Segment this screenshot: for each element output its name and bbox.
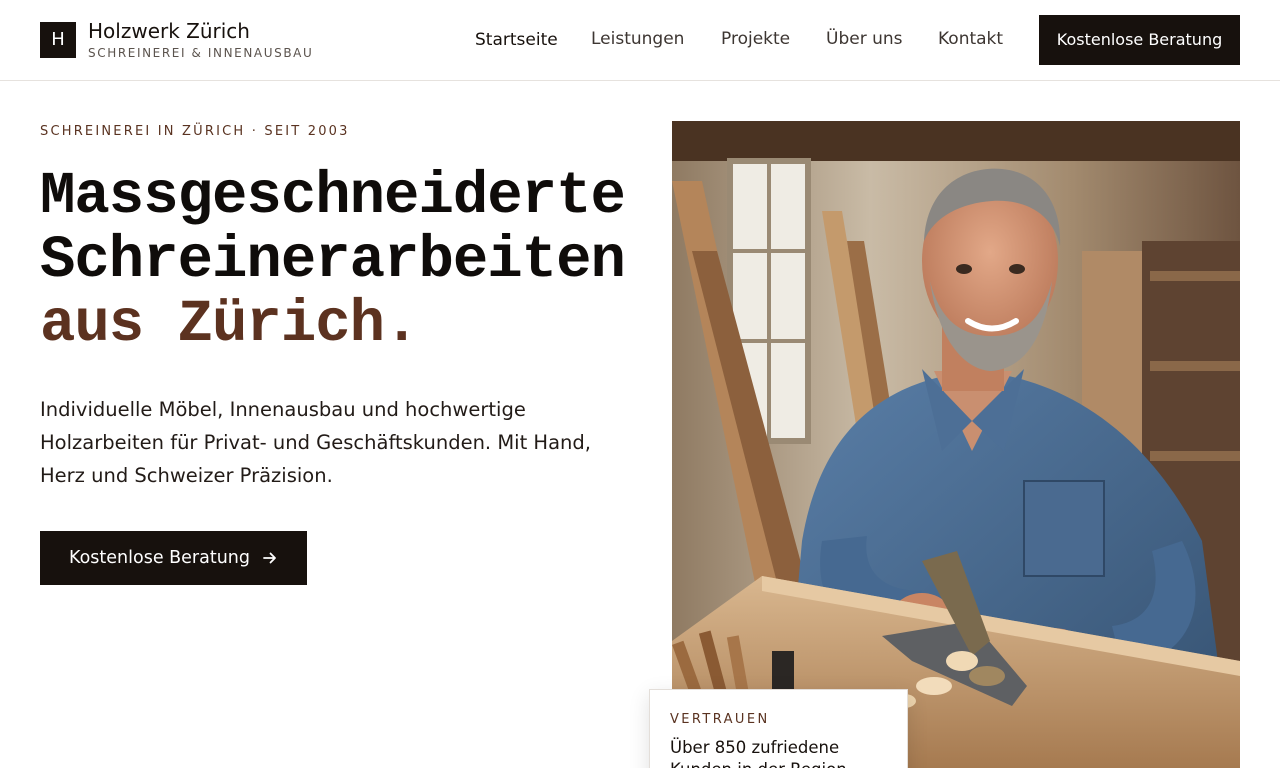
logo-mark[interactable]: H <box>40 22 76 58</box>
site-header: H Holzwerk Zürich SCHREINEREI & INNENAUS… <box>0 0 1280 81</box>
brand-tagline: SCHREINEREI & INNENAUSBAU <box>88 46 314 60</box>
nav-item-startseite[interactable]: Startseite <box>475 30 558 50</box>
brand-name[interactable]: Holzwerk Zürich <box>88 19 250 43</box>
hero-headline: Massgeschneiderte Schreinerarbeiten aus … <box>40 163 626 358</box>
hero-photo-carpenter <box>672 121 1240 768</box>
header-consultation-button[interactable]: Kostenlose Beratung <box>1039 15 1240 65</box>
nav-item-ueber-uns[interactable]: Über uns <box>826 29 903 49</box>
hero-consultation-button[interactable]: Kostenlose Beratung <box>40 531 307 585</box>
hero-lead-text: Individuelle Möbel, Innenausbau und hoch… <box>40 398 591 487</box>
hero-cta-label: Kostenlose Beratung <box>69 548 251 568</box>
hero-eyebrow: SCHREINEREI IN ZÜRICH · SEIT 2003 <box>40 124 350 139</box>
headline-line-3: aus Zürich. <box>40 291 419 358</box>
trust-text: Über 850 zufriedene Kunden in der Region <box>670 738 847 768</box>
trust-eyebrow: VERTRAUEN <box>670 712 770 727</box>
trust-card: VERTRAUEN Über 850 zufriedene Kunden in … <box>649 689 908 768</box>
headline-line-1: Massgeschneiderte <box>40 163 626 230</box>
nav-item-kontakt[interactable]: Kontakt <box>938 29 1003 49</box>
headline-line-2: Schreinerarbeiten <box>40 227 626 294</box>
arrow-right-icon <box>262 550 278 566</box>
nav-item-leistungen[interactable]: Leistungen <box>591 29 684 49</box>
nav-item-projekte[interactable]: Projekte <box>721 29 790 49</box>
